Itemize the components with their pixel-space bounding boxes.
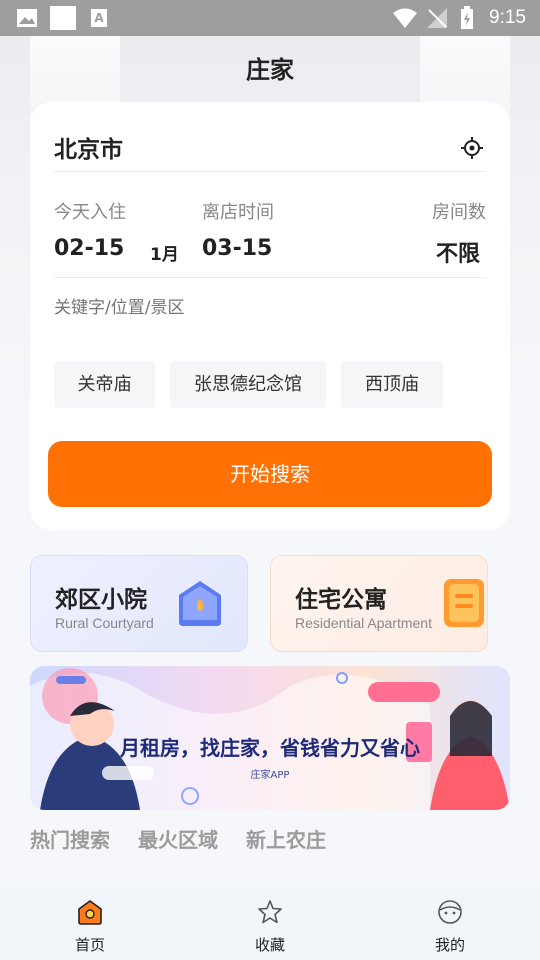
locate-icon[interactable] <box>460 136 484 160</box>
svg-text:A: A <box>94 11 104 25</box>
category-residential-apartment[interactable]: 住宅公寓 Residential Apartment <box>270 555 488 652</box>
start-search-button[interactable]: 开始搜索 <box>48 441 492 507</box>
banner-slogan: 月租房，找庄家，省钱省力又省心 <box>120 736 420 760</box>
checkin-date[interactable]: 02-15 <box>54 236 124 261</box>
nav-label: 首页 <box>74 936 105 954</box>
banner-app-name: 庄家APP <box>250 770 290 781</box>
text-notification-icon: A <box>91 9 107 27</box>
rooms-label: 房间数 <box>432 202 486 223</box>
keyword-search-input[interactable] <box>54 298 474 318</box>
nav-favorites[interactable]: 收藏 <box>210 886 330 960</box>
courtyard-house-icon <box>179 581 221 626</box>
rooms-value[interactable]: 不限 <box>436 236 480 268</box>
nav-profile[interactable]: 我的 <box>390 886 510 960</box>
stay-duration: 1月 <box>150 245 179 265</box>
nav-label: 我的 <box>434 936 465 954</box>
category-subtitle: Residential Apartment <box>295 615 432 631</box>
category-title: 郊区小院 <box>55 587 147 613</box>
search-card: 北京市 今天入住 02-15 1月 离店时间 03-15 房间数 不限 关帝庙 … <box>30 102 510 530</box>
category-title: 住宅公寓 <box>295 587 387 613</box>
tab-new-farm[interactable]: 新上农庄 <box>246 824 326 853</box>
bottom-navigation: 首页 收藏 我的 <box>0 886 540 960</box>
checkout-date[interactable]: 03-15 <box>202 236 272 261</box>
promo-banner[interactable]: 月租房，找庄家，省钱省力又省心 庄家APP <box>30 666 510 810</box>
no-signal-icon <box>427 8 447 28</box>
divider <box>54 171 486 172</box>
home-icon <box>78 900 102 925</box>
apartment-building-icon <box>444 579 484 627</box>
wifi-icon <box>393 8 417 28</box>
star-icon <box>258 900 282 924</box>
app-notification-icon <box>50 6 76 30</box>
tab-hottest-area[interactable]: 最火区域 <box>138 824 218 853</box>
profile-icon <box>438 900 462 924</box>
category-rural-courtyard[interactable]: 郊区小院 Rural Courtyard <box>30 555 248 652</box>
checkout-label: 离店时间 <box>202 202 274 223</box>
gallery-notification-icon <box>17 9 37 27</box>
hot-keyword-chip[interactable]: 西顶庙 <box>341 361 443 408</box>
category-subtitle: Rural Courtyard <box>55 615 154 631</box>
page-title: 庄家 <box>246 56 294 84</box>
status-bar: A 9:15 <box>0 0 540 36</box>
hot-keyword-chip[interactable]: 张思德纪念馆 <box>170 361 326 408</box>
tab-hot-search[interactable]: 热门搜索 <box>30 824 110 853</box>
nav-label: 收藏 <box>254 936 285 954</box>
checkin-label: 今天入住 <box>54 202 126 223</box>
city-selector[interactable]: 北京市 <box>54 130 123 164</box>
divider <box>54 277 486 278</box>
clock-time: 9:15 <box>489 7 526 28</box>
battery-charging-icon <box>461 6 473 29</box>
nav-home[interactable]: 首页 <box>30 886 150 960</box>
hot-keyword-chip[interactable]: 关帝庙 <box>54 361 155 408</box>
